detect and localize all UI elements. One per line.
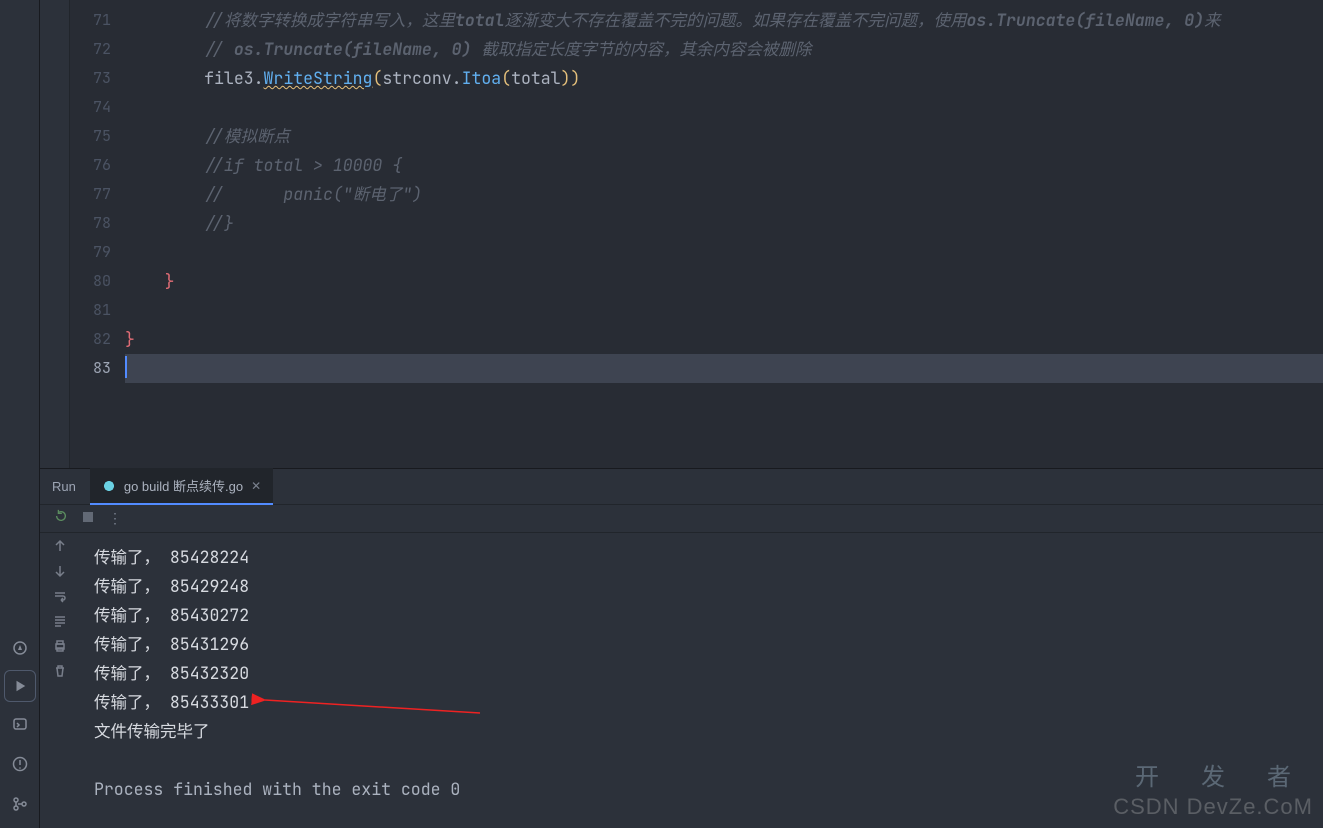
- more-actions-icon[interactable]: ⋮: [108, 510, 124, 528]
- code-line[interactable]: [125, 238, 1323, 267]
- run-panel: Run go build 断点续传.go ✕ ⋮: [40, 468, 1323, 828]
- code-line[interactable]: // os.Truncate(fileName, 0) 截取指定长度字节的内容，…: [125, 35, 1323, 64]
- watermark-text-2: CSDN DevZe.CoM: [1113, 794, 1313, 820]
- code-editor[interactable]: 71727374757677787980818283 //将数字转换成字符串写入…: [40, 0, 1323, 468]
- run-panel-title: Run: [52, 479, 90, 494]
- code-line[interactable]: }: [125, 325, 1323, 354]
- console-line: 传输了， 85433301: [94, 688, 1323, 717]
- delete-icon[interactable]: [53, 664, 67, 683]
- console-line: 传输了， 85430272: [94, 601, 1323, 630]
- scroll-to-end-icon[interactable]: [53, 614, 67, 633]
- code-line[interactable]: [125, 296, 1323, 325]
- left-tool-rail: [0, 0, 40, 828]
- rerun-icon[interactable]: [54, 509, 68, 528]
- code-line[interactable]: //}: [125, 209, 1323, 238]
- run-config-tab[interactable]: go build 断点续传.go ✕: [90, 468, 273, 505]
- run-panel-header: Run go build 断点续传.go ✕: [40, 469, 1323, 505]
- code-line[interactable]: file3.WriteString(strconv.Itoa(total)): [125, 64, 1323, 93]
- line-number: 81: [70, 296, 125, 325]
- code-line[interactable]: [125, 354, 1323, 383]
- console-line: 传输了， 85428224: [94, 543, 1323, 572]
- favorites-icon[interactable]: [0, 628, 40, 668]
- code-line[interactable]: }: [125, 267, 1323, 296]
- line-number: 82: [70, 325, 125, 354]
- run-output-gutter: [40, 533, 80, 828]
- print-icon[interactable]: [53, 639, 67, 658]
- line-number: 73: [70, 64, 125, 93]
- text-caret: [125, 356, 127, 378]
- watermark-text-1: 开 发 者: [1135, 757, 1309, 792]
- terminal-tool-icon[interactable]: [0, 704, 40, 744]
- console-line: 文件传输完毕了: [94, 717, 1323, 746]
- code-line[interactable]: [125, 93, 1323, 122]
- close-icon[interactable]: ✕: [251, 479, 261, 493]
- run-toolbar: ⋮: [40, 505, 1323, 533]
- problems-tool-icon[interactable]: [0, 744, 40, 784]
- console-line: 传输了， 85431296: [94, 630, 1323, 659]
- stop-icon[interactable]: [82, 510, 94, 528]
- code-area[interactable]: //将数字转换成字符串写入，这里total逐渐变大不存在覆盖不完的问题。如果存在…: [125, 0, 1323, 383]
- code-line[interactable]: //模拟断点: [125, 122, 1323, 151]
- code-line[interactable]: //if total > 10000 {: [125, 151, 1323, 180]
- line-number: 74: [70, 93, 125, 122]
- line-number: 80: [70, 267, 125, 296]
- console-line: 传输了， 85432320: [94, 659, 1323, 688]
- line-number: 83: [70, 354, 125, 383]
- editor-gutter-well: [40, 0, 70, 468]
- console-line: 传输了， 85429248: [94, 572, 1323, 601]
- line-number: 78: [70, 209, 125, 238]
- line-number: 76: [70, 151, 125, 180]
- line-number: 79: [70, 238, 125, 267]
- line-number: 75: [70, 122, 125, 151]
- scroll-up-icon[interactable]: [53, 539, 67, 558]
- go-file-icon: [102, 479, 116, 493]
- run-tool-icon[interactable]: [4, 670, 36, 702]
- line-number: 72: [70, 35, 125, 64]
- line-number: 77: [70, 180, 125, 209]
- line-number-gutter: 71727374757677787980818283: [70, 0, 125, 468]
- code-line[interactable]: //将数字转换成字符串写入，这里total逐渐变大不存在覆盖不完的问题。如果存在…: [125, 6, 1323, 35]
- scroll-down-icon[interactable]: [53, 564, 67, 583]
- git-tool-icon[interactable]: [0, 784, 40, 824]
- line-number: 71: [70, 6, 125, 35]
- code-line[interactable]: // panic("断电了"): [125, 180, 1323, 209]
- run-config-tab-label: go build 断点续传.go: [124, 476, 243, 495]
- soft-wrap-icon[interactable]: [53, 589, 67, 608]
